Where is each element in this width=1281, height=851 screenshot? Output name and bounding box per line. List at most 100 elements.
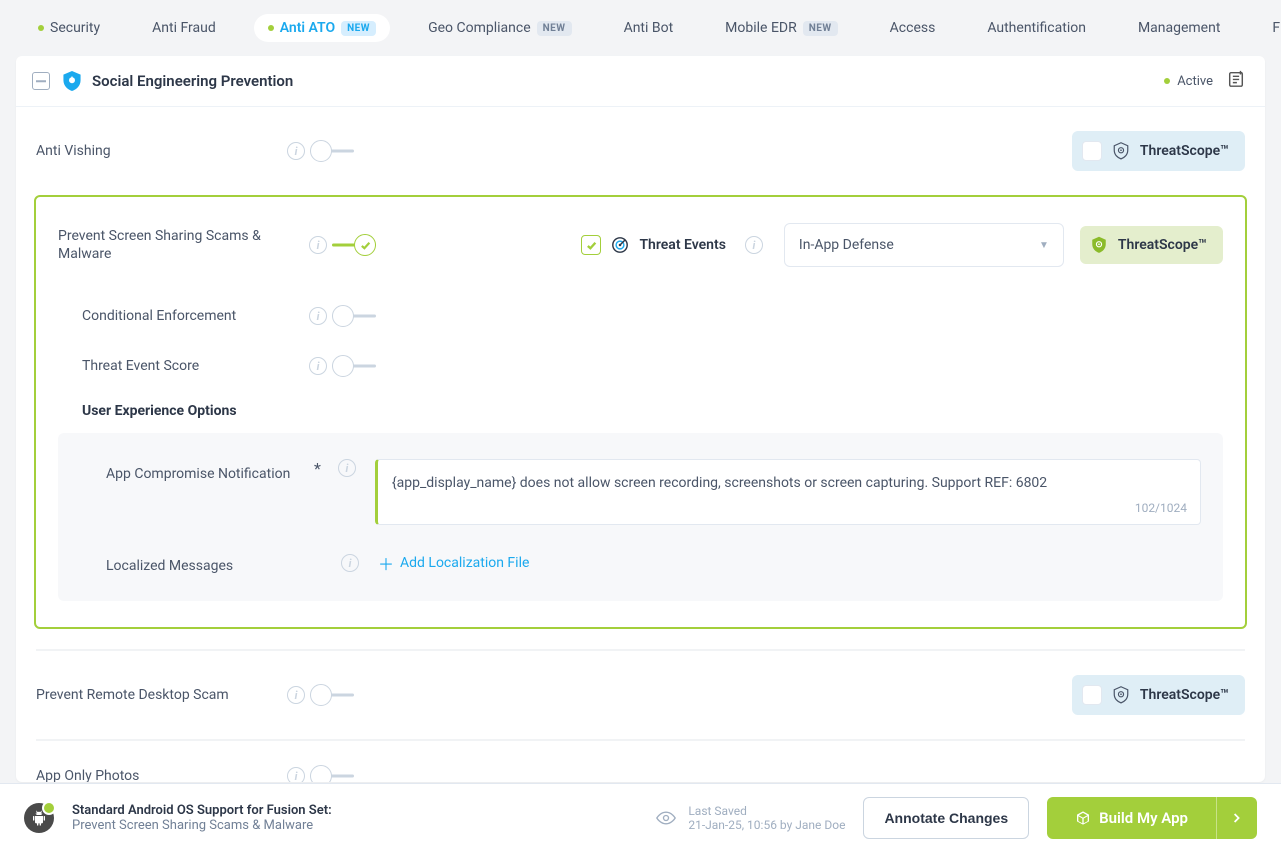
notes-icon[interactable] <box>1227 70 1245 92</box>
build-app-label: Build My App <box>1099 809 1188 827</box>
tab-label: Management <box>1138 20 1220 36</box>
row-label: Threat Event Score <box>58 357 304 375</box>
shield-scan-icon <box>1090 236 1108 254</box>
shield-scan-icon <box>1112 142 1130 160</box>
tab-access[interactable]: Access <box>876 14 950 42</box>
collapse-toggle-icon[interactable] <box>32 72 50 90</box>
tab-label: Mobile EDR <box>725 20 797 36</box>
toggle-prevent-screen-sharing[interactable] <box>332 234 376 256</box>
footer-info: Standard Android OS Support for Fusion S… <box>72 803 332 833</box>
toggle-anti-vishing[interactable] <box>310 140 354 162</box>
defense-mode-dropdown[interactable]: In-App Defense ▼ <box>784 223 1064 267</box>
add-localization-button[interactable]: ＋ Add Localization File <box>378 551 529 575</box>
info-icon[interactable]: i <box>309 236 327 254</box>
chevron-right-icon[interactable] <box>1217 800 1257 836</box>
tab-f5[interactable]: F5 <box>1258 14 1281 42</box>
threatscope-chip: ThreatScope™ <box>1072 675 1245 715</box>
threat-events-label: Threat Events <box>639 237 725 253</box>
tab-label: Access <box>890 20 936 36</box>
row-app-only-photos: App Only Photos i <box>36 739 1245 782</box>
footer-title: Standard Android OS Support for Fusion S… <box>72 803 332 818</box>
footer-bar: Standard Android OS Support for Fusion S… <box>0 783 1281 851</box>
shield-scan-icon <box>1112 686 1130 704</box>
tab-anti-fraud[interactable]: Anti Fraud <box>138 14 230 42</box>
toggle-conditional-enforcement[interactable] <box>332 305 376 327</box>
section-prevent-screen-sharing: Prevent Screen Sharing Scams & Malware i… <box>34 195 1247 629</box>
add-localization-label: Add Localization File <box>400 555 529 571</box>
info-icon[interactable]: i <box>309 357 327 375</box>
row-label: App Compromise Notification <box>80 459 326 483</box>
row-label: Prevent Remote Desktop Scam <box>36 686 282 704</box>
threatscope-chip: ThreatScope™ <box>1072 131 1245 171</box>
ux-options-block: App Compromise Notification * i {app_dis… <box>58 433 1223 601</box>
row-anti-vishing: Anti Vishing i ThreatScope™ <box>36 107 1245 195</box>
row-threat-event-score: Threat Event Score i <box>58 341 1223 391</box>
dropdown-value: In-App Defense <box>799 237 894 253</box>
info-icon[interactable]: i <box>338 459 356 477</box>
toggle-app-only-photos[interactable] <box>310 765 354 782</box>
tab-authentification[interactable]: Authentification <box>973 14 1100 42</box>
tab-mobile-edr[interactable]: Mobile EDR NEW <box>711 14 851 42</box>
info-icon[interactable]: i <box>309 307 327 325</box>
notification-text-input[interactable]: {app_display_name} does not allow screen… <box>375 459 1201 525</box>
eye-icon <box>656 810 676 826</box>
tab-label: Anti ATO <box>280 20 335 36</box>
tab-label: Anti Bot <box>624 20 674 36</box>
cube-icon <box>1075 810 1091 826</box>
threat-events-checkbox[interactable] <box>581 235 601 255</box>
toggle-prevent-remote-desktop[interactable] <box>310 684 354 706</box>
tab-anti-bot[interactable]: Anti Bot <box>610 14 688 42</box>
android-icon <box>24 803 54 833</box>
row-prevent-remote-desktop: Prevent Remote Desktop Scam i ThreatScop… <box>36 649 1245 739</box>
row-label: Anti Vishing <box>36 142 282 160</box>
last-saved-value: 21-Jan-25, 10:56 by Jane Doe <box>688 818 845 832</box>
row-localized-messages: Localized Messages i ＋ Add Localization … <box>80 551 1201 575</box>
plus-icon: ＋ <box>378 551 394 575</box>
status-dot-icon <box>38 25 44 31</box>
required-star-icon: * <box>314 459 321 478</box>
row-label: Conditional Enforcement <box>58 307 304 325</box>
threatscope-checkbox[interactable] <box>1082 685 1102 705</box>
settings-panel: Social Engineering Prevention Active Ant… <box>16 56 1265 782</box>
last-saved-block: Last Saved 21-Jan-25, 10:56 by Jane Doe <box>688 804 845 832</box>
ux-heading: User Experience Options <box>58 391 1223 427</box>
tab-bar: Security Anti Fraud Anti ATO NEW Geo Com… <box>0 0 1281 56</box>
row-label: App Only Photos <box>36 767 282 782</box>
tab-geo-compliance[interactable]: Geo Compliance NEW <box>414 14 586 42</box>
panel-title: Social Engineering Prevention <box>92 72 293 90</box>
info-icon[interactable]: i <box>287 142 305 160</box>
row-label: Localized Messages <box>80 551 326 575</box>
toggle-threat-event-score[interactable] <box>332 355 376 377</box>
build-app-button[interactable]: Build My App <box>1047 797 1257 839</box>
tab-label: Security <box>50 20 100 36</box>
threatscope-checkbox[interactable] <box>1082 141 1102 161</box>
tab-label: F5 <box>1272 20 1281 36</box>
tab-security[interactable]: Security <box>24 14 114 42</box>
chevron-down-icon: ▼ <box>1039 240 1049 251</box>
threatscope-label: ThreatScope™ <box>1140 143 1229 159</box>
info-icon[interactable]: i <box>341 554 359 572</box>
annotate-button[interactable]: Annotate Changes <box>863 797 1029 839</box>
tab-label: Authentification <box>987 20 1086 36</box>
tab-management[interactable]: Management <box>1124 14 1234 42</box>
row-label: Prevent Screen Sharing Scams & Malware <box>58 227 304 263</box>
info-icon[interactable]: i <box>745 236 763 254</box>
tab-anti-ato[interactable]: Anti ATO NEW <box>254 14 390 42</box>
last-saved-label: Last Saved <box>688 804 845 818</box>
info-icon[interactable]: i <box>287 767 305 782</box>
row-app-compromise-notification: App Compromise Notification * i {app_dis… <box>80 459 1201 525</box>
radar-icon <box>611 236 629 254</box>
info-icon[interactable]: i <box>287 686 305 704</box>
status-dot-icon <box>1164 78 1170 84</box>
threatscope-chip-active: ThreatScope™ <box>1080 226 1223 264</box>
row-conditional-enforcement: Conditional Enforcement i <box>58 291 1223 341</box>
status-text: Active <box>1177 74 1213 89</box>
tab-label: Anti Fraud <box>152 20 216 36</box>
new-badge: NEW <box>803 21 838 36</box>
new-badge: NEW <box>341 21 376 36</box>
char-count: 102/1024 <box>1135 501 1187 515</box>
row-prevent-screen-sharing: Prevent Screen Sharing Scams & Malware i… <box>58 223 1223 267</box>
new-badge: NEW <box>537 21 572 36</box>
panel-header: Social Engineering Prevention Active <box>16 56 1265 107</box>
threatscope-label: ThreatScope™ <box>1140 687 1229 703</box>
